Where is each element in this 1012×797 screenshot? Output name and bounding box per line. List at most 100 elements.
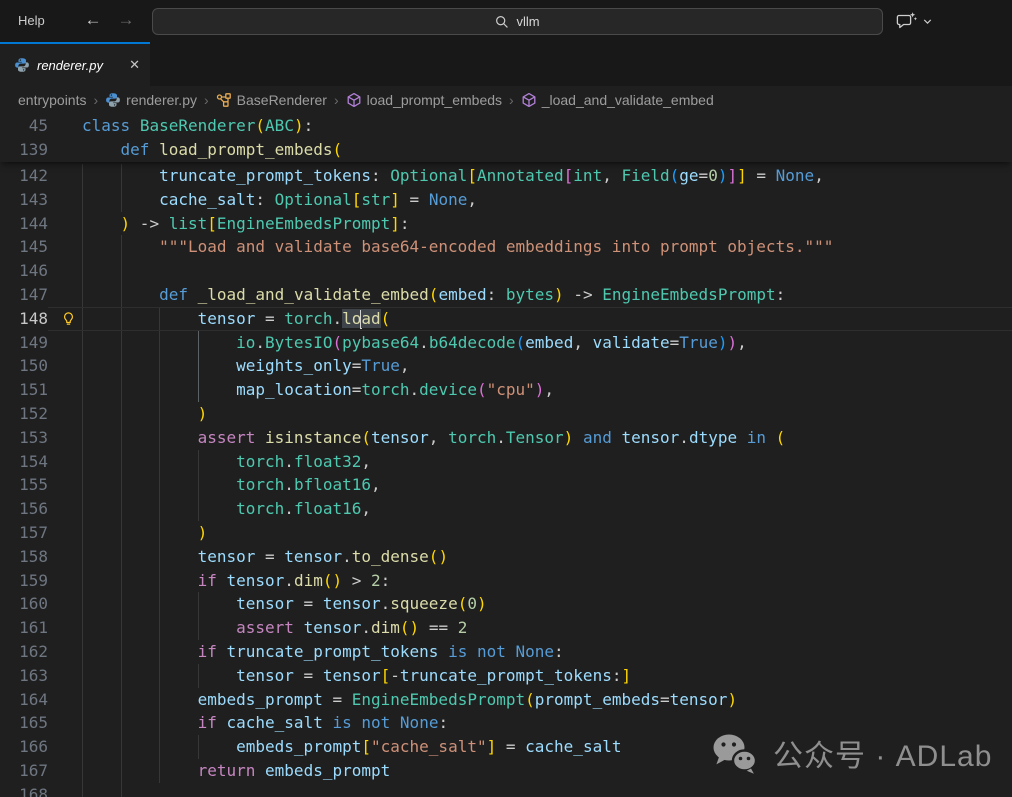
code-line[interactable]: 145 """Load and validate base64-encoded …	[0, 235, 1012, 259]
line-number[interactable]: 159	[0, 569, 48, 593]
breadcrumb-item[interactable]: load_prompt_embeds	[346, 92, 502, 108]
line-number[interactable]: 165	[0, 711, 48, 735]
line-number[interactable]: 154	[0, 450, 48, 474]
chevron-down-icon[interactable]	[921, 15, 934, 28]
code-token: .	[410, 380, 420, 399]
code-line[interactable]: 148 tensor = torch.load(	[0, 307, 1012, 331]
code-line[interactable]: 147 def _load_and_validate_embed(embed: …	[0, 283, 1012, 307]
line-number[interactable]: 164	[0, 688, 48, 712]
code-token: class	[82, 116, 130, 135]
line-number[interactable]: 149	[0, 331, 48, 355]
breadcrumb-item[interactable]: entrypoints	[18, 92, 86, 108]
line-number[interactable]: 146	[0, 259, 48, 283]
breadcrumb-separator: ›	[334, 92, 339, 108]
code-line[interactable]: 163 tensor = tensor[-truncate_prompt_tok…	[0, 664, 1012, 688]
breadcrumb-item[interactable]: renderer.py	[105, 92, 197, 108]
line-number[interactable]: 163	[0, 664, 48, 688]
sticky-line[interactable]: 45class BaseRenderer(ABC):	[0, 114, 1012, 138]
breadcrumb-label: BaseRenderer	[237, 92, 327, 108]
line-number[interactable]: 167	[0, 759, 48, 783]
code-token	[82, 404, 198, 423]
gutter-decoration	[48, 545, 82, 569]
line-number[interactable]: 158	[0, 545, 48, 569]
back-button[interactable]: ←	[80, 0, 106, 42]
code-token: ]	[727, 166, 737, 185]
code-token	[82, 428, 198, 447]
line-number[interactable]: 139	[0, 138, 48, 162]
code-line[interactable]: 142 truncate_prompt_tokens: Optional[Ann…	[0, 164, 1012, 188]
tab-close-icon[interactable]: ✕	[129, 57, 140, 73]
code-line[interactable]: 155 torch.bfloat16,	[0, 473, 1012, 497]
command-center-search[interactable]: vllm	[152, 8, 883, 35]
line-number[interactable]: 156	[0, 497, 48, 521]
code-token: .	[361, 618, 371, 637]
code-text: embeds_prompt = EngineEmbedsPrompt(promp…	[82, 688, 1012, 712]
code-token: ,	[361, 499, 371, 518]
indent-guide	[121, 188, 122, 212]
line-number[interactable]: 153	[0, 426, 48, 450]
code-token	[82, 214, 121, 233]
code-token: .	[679, 428, 689, 447]
code-line[interactable]: 146	[0, 259, 1012, 283]
code-line[interactable]: 150 weights_only=True,	[0, 354, 1012, 378]
code-line[interactable]: 156 torch.float16,	[0, 497, 1012, 521]
line-number[interactable]: 144	[0, 212, 48, 236]
line-number[interactable]: 147	[0, 283, 48, 307]
search-icon	[495, 15, 509, 29]
code-token: =	[660, 690, 670, 709]
breadcrumb-item[interactable]: BaseRenderer	[216, 92, 327, 108]
line-number[interactable]: 160	[0, 592, 48, 616]
code-line[interactable]: 154 torch.float32,	[0, 450, 1012, 474]
line-number[interactable]: 151	[0, 378, 48, 402]
line-number[interactable]: 150	[0, 354, 48, 378]
code-line[interactable]: 168	[0, 783, 1012, 797]
code-text: truncate_prompt_tokens: Optional[Annotat…	[82, 164, 1012, 188]
code-token: (	[361, 428, 371, 447]
sticky-scroll: 45class BaseRenderer(ABC):139 def load_p…	[0, 114, 1012, 162]
line-number[interactable]: 148	[0, 307, 48, 331]
forward-button[interactable]: →	[113, 0, 139, 42]
breadcrumb-item[interactable]: _load_and_validate_embed	[521, 92, 714, 108]
menu-item-help[interactable]: Help	[12, 0, 51, 42]
line-number[interactable]: 155	[0, 473, 48, 497]
gutter-decoration	[48, 354, 82, 378]
vscode-window: Help ← → vllm	[0, 0, 1012, 797]
gutter-decoration	[48, 114, 82, 138]
line-number[interactable]: 161	[0, 616, 48, 640]
code-line[interactable]: 160 tensor = tensor.squeeze(0)	[0, 592, 1012, 616]
code-line[interactable]: 164 embeds_prompt = EngineEmbedsPrompt(p…	[0, 688, 1012, 712]
code-token: ,	[371, 475, 381, 494]
line-number[interactable]: 143	[0, 188, 48, 212]
line-number[interactable]: 162	[0, 640, 48, 664]
code-line[interactable]: 151 map_location=torch.device("cpu"),	[0, 378, 1012, 402]
tab-renderer-py[interactable]: renderer.py ✕	[0, 42, 150, 86]
copilot-chat-button[interactable]	[895, 7, 934, 35]
code-line[interactable]: 152 )	[0, 402, 1012, 426]
code-text: torch.float32,	[82, 450, 1012, 474]
code-line[interactable]: 158 tensor = tensor.to_dense()	[0, 545, 1012, 569]
line-number[interactable]: 168	[0, 783, 48, 797]
line-number[interactable]: 152	[0, 402, 48, 426]
line-number[interactable]: 157	[0, 521, 48, 545]
line-number[interactable]: 45	[0, 114, 48, 138]
code-line[interactable]: 153 assert isinstance(tensor, torch.Tens…	[0, 426, 1012, 450]
code-token: .	[284, 571, 294, 590]
code-line[interactable]: 161 assert tensor.dim() == 2	[0, 616, 1012, 640]
indent-guide	[82, 354, 83, 378]
indent-guide	[121, 497, 122, 521]
line-number[interactable]: 166	[0, 735, 48, 759]
sticky-line[interactable]: 139 def load_prompt_embeds(	[0, 138, 1012, 162]
code-line[interactable]: 157 )	[0, 521, 1012, 545]
code-line[interactable]: 162 if truncate_prompt_tokens is not Non…	[0, 640, 1012, 664]
code-text: assert isinstance(tensor, torch.Tensor) …	[82, 426, 1012, 450]
code-line[interactable]: 149 io.BytesIO(pybase64.b64decode(embed,…	[0, 331, 1012, 355]
line-number[interactable]: 142	[0, 164, 48, 188]
line-number[interactable]: 145	[0, 235, 48, 259]
code-token: ad	[361, 309, 380, 328]
code-line[interactable]: 144 ) -> list[EngineEmbedsPrompt]:	[0, 212, 1012, 236]
code-line[interactable]: 143 cache_salt: Optional[str] = None,	[0, 188, 1012, 212]
lightbulb-icon[interactable]	[48, 307, 82, 331]
code-token: =	[747, 166, 776, 185]
code-line[interactable]: 159 if tensor.dim() > 2:	[0, 569, 1012, 593]
indent-guide	[82, 545, 83, 569]
